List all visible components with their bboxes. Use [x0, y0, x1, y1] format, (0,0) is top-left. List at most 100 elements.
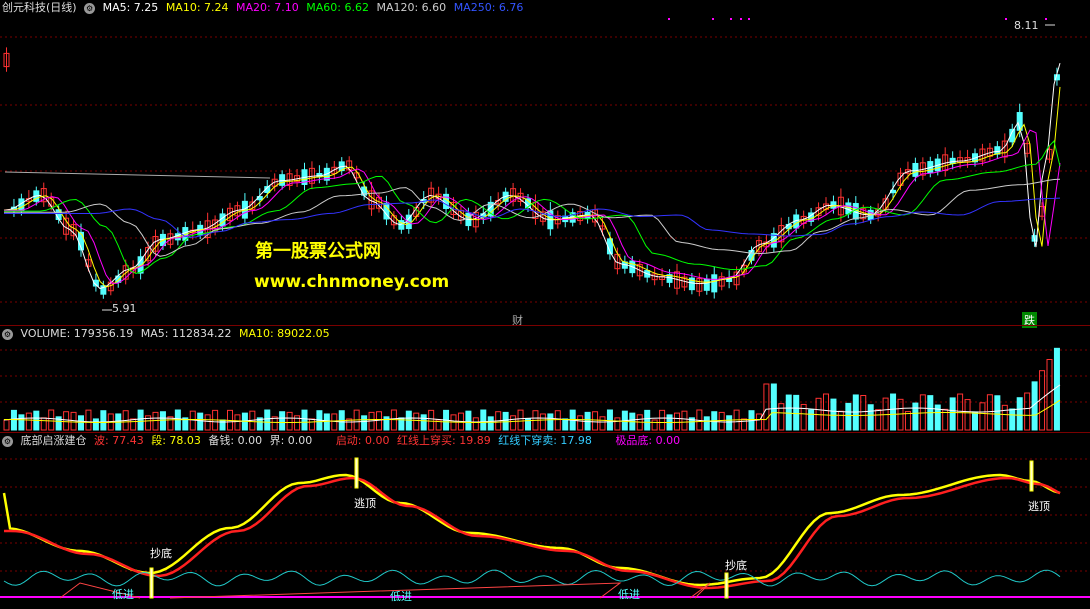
- signal-low-in-2: 低进: [390, 590, 412, 603]
- volume-bar: [867, 404, 874, 431]
- volume-bar: [301, 409, 308, 431]
- volume-bar: [785, 394, 792, 431]
- volume-bar: [1016, 397, 1023, 431]
- marker-dot: [668, 18, 670, 20]
- volume-bar: [614, 417, 621, 431]
- volume-bar: [890, 393, 897, 431]
- volume-bar: [10, 409, 17, 431]
- volume-bar: [480, 409, 487, 431]
- ma-line-1: [4, 86, 1061, 288]
- volume-bar: [502, 411, 509, 431]
- volume-bar: [845, 402, 852, 431]
- volume-bar: [420, 414, 427, 431]
- volume-bar: [159, 411, 166, 431]
- watermark-title: 第一股票公式网: [255, 241, 381, 262]
- volume-bar: [1024, 392, 1031, 431]
- cyan-oscillator: [3, 569, 1061, 587]
- volume-bar: [40, 417, 47, 431]
- indicator-chart: [0, 457, 1090, 599]
- ma60-label: MA60: 6.62: [306, 1, 369, 14]
- indicator-panel: ⚙ 底部启涨建仓 波: 77.43 段: 78.03 备钱: 0.00 界: 0…: [0, 433, 1090, 609]
- signal-bar: [1029, 460, 1034, 492]
- volume-bar: [875, 409, 882, 431]
- settings-icon[interactable]: ⚙: [84, 2, 96, 14]
- volume-bar: [63, 411, 70, 431]
- volume-bar: [912, 402, 919, 431]
- volume-bar: [741, 418, 748, 431]
- volume-bar: [137, 409, 144, 431]
- volume-bar: [577, 415, 584, 431]
- volume-bar: [994, 395, 1001, 431]
- volume-bar: [78, 415, 84, 431]
- volume-bar: [592, 411, 599, 431]
- volume-bar: [644, 409, 651, 431]
- price-panel: 创元科技(日线) ⚙ MA5: 7.25 MA10: 7.24 MA20: 7.…: [0, 0, 1090, 328]
- ma5-label: MA5: 7.25: [102, 1, 159, 14]
- volume-panel: ⚙ VOLUME: 179356.19 MA5: 112834.22 MA10:…: [0, 326, 1090, 432]
- volume-bar: [957, 393, 964, 431]
- volume-bar: [487, 416, 494, 431]
- high-price-label: 8.11: [1014, 19, 1039, 32]
- volume-bar: [517, 409, 524, 431]
- price-chart: [0, 18, 1090, 311]
- volume-bar: [130, 418, 137, 431]
- volume-bar: [308, 418, 315, 431]
- ind-jipin: 极品底: 0.00: [615, 434, 681, 447]
- indicator-title: 底部启涨建仓: [20, 434, 87, 447]
- volume-bar: [755, 413, 762, 431]
- signal-bar: [354, 457, 359, 489]
- volume-bar: [279, 411, 286, 431]
- signal-low-in-1: 低进: [112, 588, 134, 601]
- ma-line-2: [4, 129, 1061, 284]
- volume-value: VOLUME: 179356.19: [20, 327, 134, 340]
- ind-red-up: 红线上穿买: 19.89: [397, 434, 491, 447]
- signal-low-in-3: 低进: [618, 588, 640, 601]
- volume-bar: [1001, 404, 1008, 431]
- marker-dot: [730, 18, 732, 20]
- volume-bar: [383, 416, 390, 431]
- ind-jie: 界: 0.00: [269, 434, 313, 447]
- volume-bar: [539, 413, 546, 431]
- volume-bar: [606, 409, 613, 431]
- signal-bottom-1: 抄底: [150, 547, 172, 560]
- signal-bar: [149, 567, 154, 599]
- volume-bar: [100, 410, 107, 431]
- volume-bar: [152, 411, 159, 431]
- volume-bar: [964, 399, 971, 431]
- volume-bar: [986, 394, 993, 431]
- volume-bar: [808, 409, 815, 431]
- ind-red-down: 红线下穿卖: 17.98: [498, 434, 592, 447]
- volume-bar: [949, 397, 956, 431]
- signal-escape-2: 逃顶: [1028, 500, 1050, 513]
- ind-duan: 段: 78.03: [151, 434, 201, 447]
- marker-dot: [1045, 18, 1047, 20]
- volume-ma10: MA10: 89022.05: [238, 327, 330, 340]
- volume-bar: [234, 414, 241, 431]
- settings-icon[interactable]: ⚙: [2, 328, 13, 340]
- volume-bar: [599, 416, 606, 431]
- volume-bar: [85, 409, 92, 431]
- volume-bar: [48, 409, 55, 431]
- volume-bar: [18, 414, 25, 431]
- volume-bar: [726, 415, 733, 431]
- settings-icon[interactable]: ⚙: [2, 435, 13, 447]
- ma20-label: MA20: 7.10: [236, 1, 299, 14]
- volume-bar: [3, 419, 10, 431]
- volume-bar: [897, 398, 904, 431]
- signal-bar: [724, 572, 729, 599]
- volume-bar: [1046, 359, 1053, 431]
- volume-bar: [763, 383, 770, 431]
- candle-body: [949, 157, 956, 165]
- volume-bar: [428, 409, 435, 431]
- volume-bar: [718, 411, 725, 431]
- volume-bar: [361, 415, 368, 431]
- volume-bar: [837, 410, 844, 431]
- marker-dot: [1005, 18, 1007, 20]
- volume-bar: [651, 419, 658, 431]
- volume-bar: [778, 403, 785, 431]
- marker-dot: [712, 18, 714, 20]
- volume-bar: [674, 412, 680, 431]
- volume-bar: [465, 410, 472, 431]
- volume-bar: [979, 402, 986, 431]
- volume-bar: [770, 383, 777, 431]
